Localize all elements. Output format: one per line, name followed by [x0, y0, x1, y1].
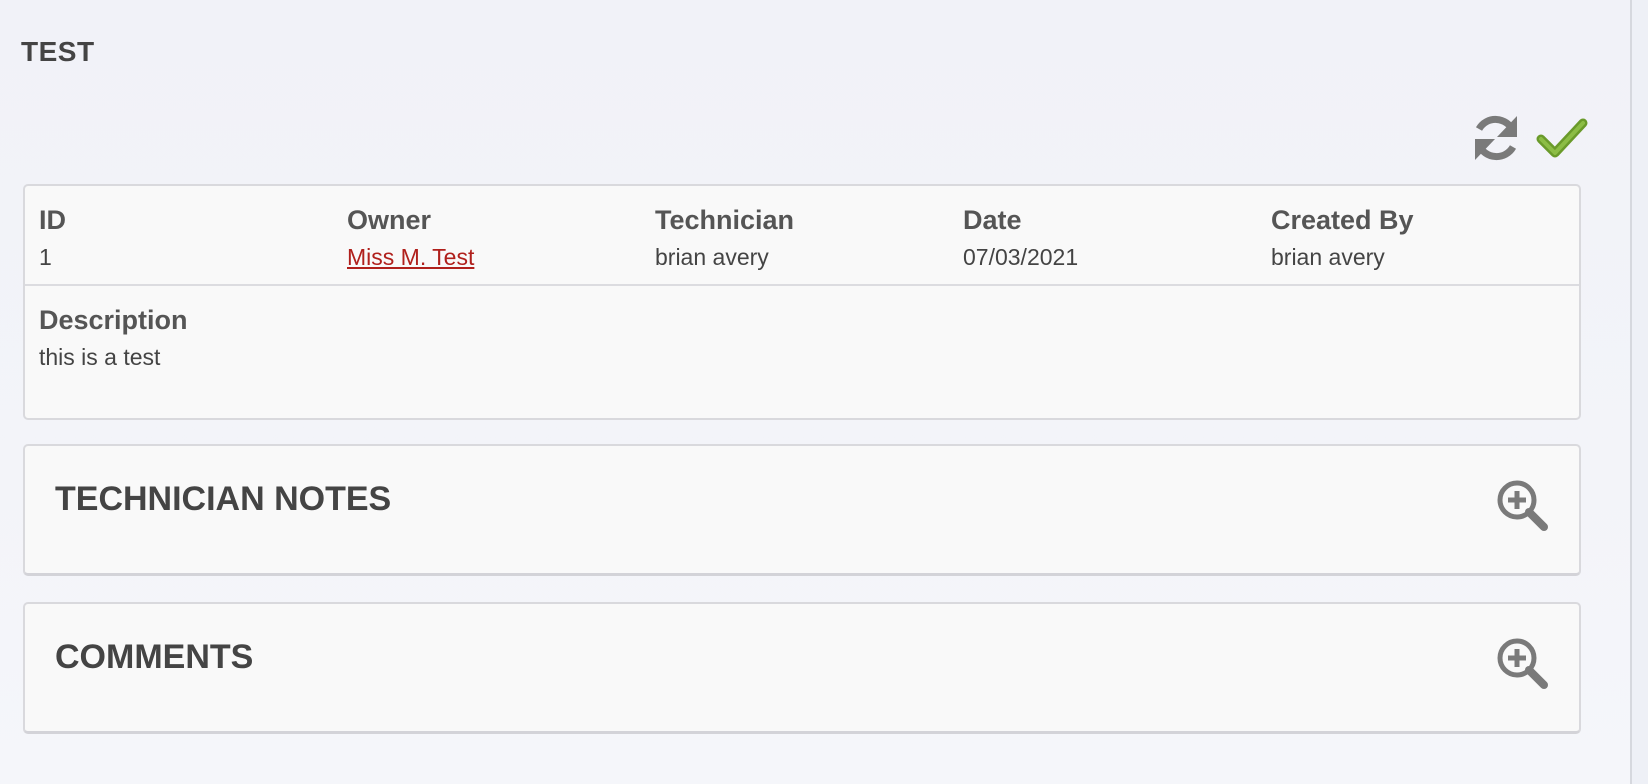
record-details-panel: ID 1 Owner Miss M. Test Technician brian…	[23, 184, 1581, 420]
confirm-button[interactable]	[1532, 108, 1592, 168]
description-block: Description this is a test	[25, 286, 1579, 373]
record-fields-row: ID 1 Owner Miss M. Test Technician brian…	[25, 186, 1579, 286]
owner-link[interactable]: Miss M. Test	[347, 241, 655, 273]
field-technician: Technician brian avery	[655, 186, 963, 284]
field-owner: Owner Miss M. Test	[347, 186, 655, 284]
field-label: Date	[963, 205, 1022, 235]
field-value: brian avery	[1271, 244, 1385, 270]
field-label: ID	[39, 205, 66, 235]
description-value: this is a test	[39, 344, 161, 370]
field-value: brian avery	[655, 244, 769, 270]
technician-notes-title: TECHNICIAN NOTES	[55, 480, 392, 518]
description-label: Description	[39, 305, 188, 335]
checkmark-icon	[1536, 118, 1588, 158]
zoom-in-icon	[1497, 638, 1548, 689]
scrollbar-edge	[1630, 0, 1648, 784]
comments-panel: COMMENTS	[23, 602, 1581, 734]
zoom-in-icon	[1497, 480, 1548, 531]
field-date: Date 07/03/2021	[963, 186, 1271, 284]
field-label: Owner	[347, 205, 432, 235]
field-value: 1	[39, 244, 52, 270]
comments-title: COMMENTS	[55, 638, 254, 676]
refresh-icon	[1475, 115, 1517, 161]
refresh-button[interactable]	[1466, 108, 1526, 168]
technician-notes-panel: TECHNICIAN NOTES	[23, 444, 1581, 576]
page-title: TEST	[21, 36, 95, 67]
field-label: Created By	[1271, 205, 1414, 235]
comments-expand-button[interactable]	[1495, 636, 1549, 690]
field-id: ID 1	[39, 186, 347, 284]
field-created-by: Created By brian avery	[1271, 186, 1579, 284]
field-label: Technician	[655, 205, 795, 235]
technician-notes-expand-button[interactable]	[1495, 478, 1549, 532]
field-value: 07/03/2021	[963, 244, 1079, 270]
action-toolbar	[1466, 108, 1592, 168]
